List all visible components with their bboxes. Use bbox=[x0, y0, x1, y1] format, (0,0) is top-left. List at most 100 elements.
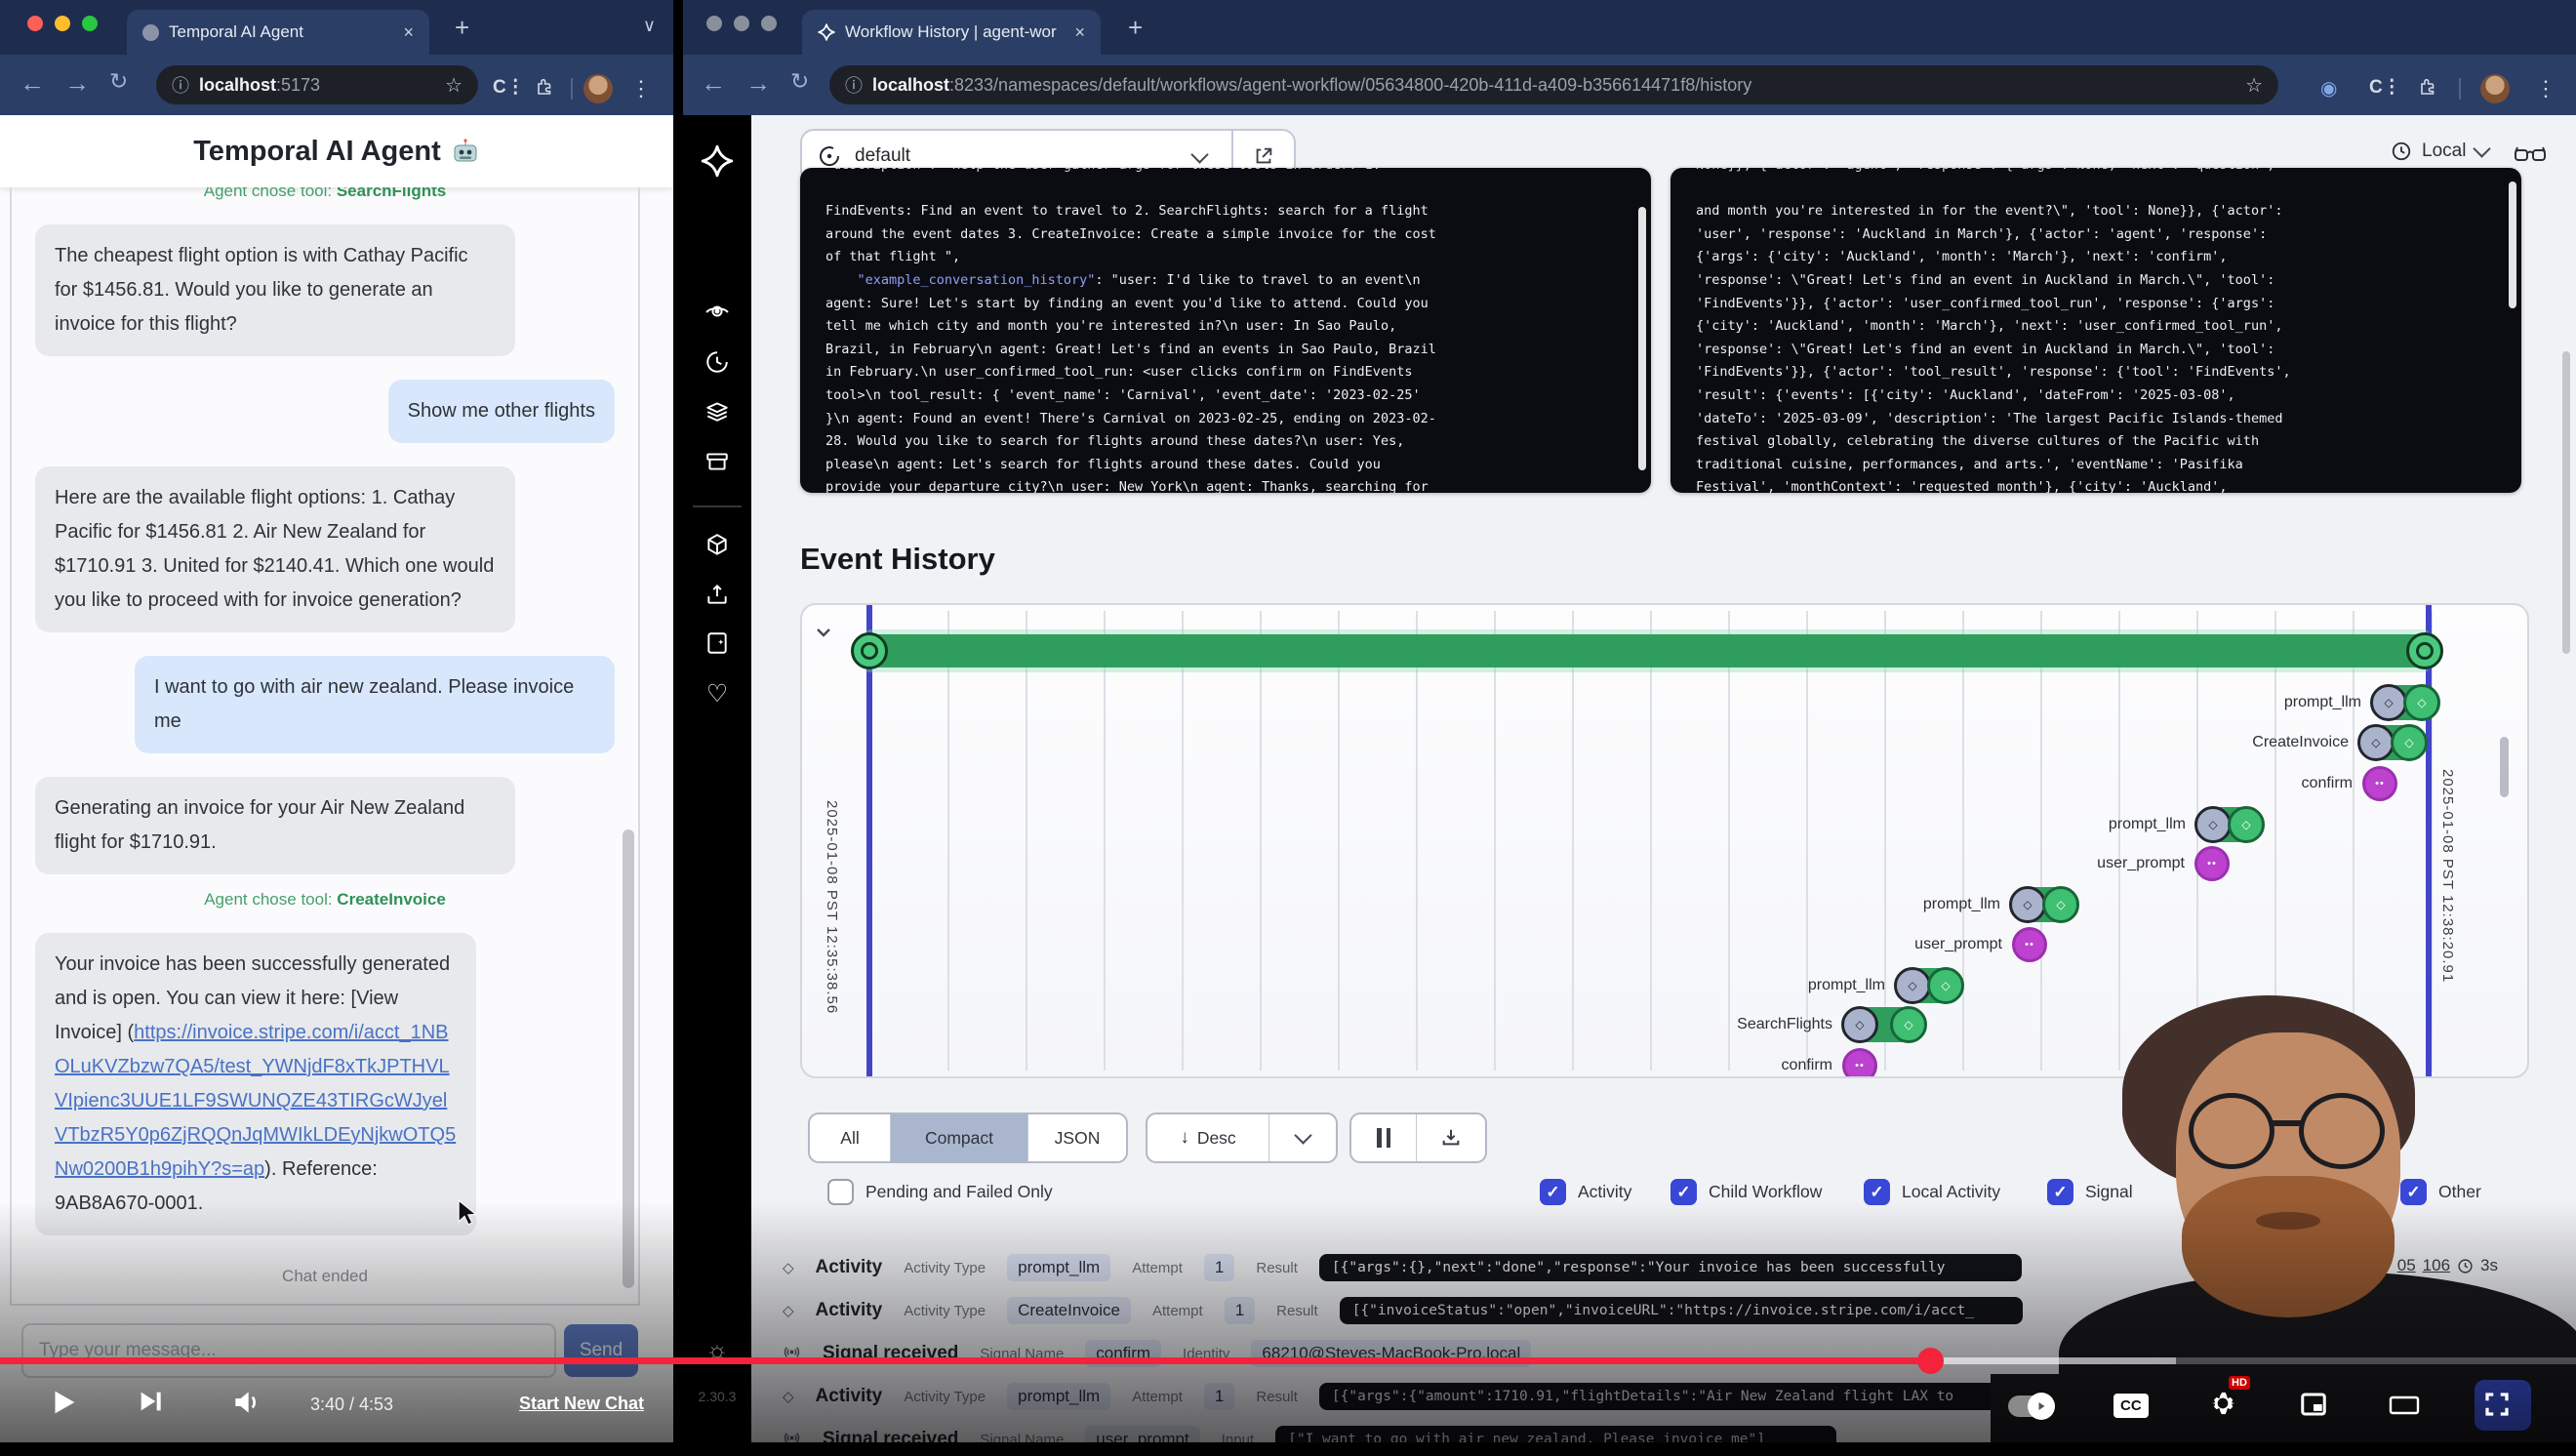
browser-menu-icon[interactable]: ⋮ bbox=[630, 76, 652, 101]
reload-icon[interactable]: ↻ bbox=[109, 68, 128, 95]
theater-mode-icon[interactable] bbox=[2389, 1394, 2420, 1422]
share-upload-icon[interactable] bbox=[683, 582, 751, 607]
new-tab-button[interactable]: + bbox=[455, 16, 469, 39]
zoom-window-icon[interactable] bbox=[82, 16, 98, 31]
pause-button[interactable] bbox=[1351, 1114, 1417, 1161]
extensions-puzzle-icon[interactable] bbox=[535, 76, 554, 101]
address-bar[interactable]: ⓘ localhost:5173 ☆ bbox=[156, 65, 478, 104]
filter-local-activity[interactable]: ✓Local Activity bbox=[1864, 1179, 2000, 1205]
workflow-start-marker[interactable] bbox=[851, 632, 888, 669]
miniplayer-icon[interactable] bbox=[2299, 1390, 2328, 1424]
browser-menu-icon[interactable]: ⋮ bbox=[2535, 76, 2556, 101]
next-video-icon[interactable] bbox=[135, 1386, 166, 1422]
signal-marker[interactable]: •• bbox=[1842, 1048, 1877, 1078]
extension-c-icon[interactable]: C⋮ bbox=[493, 76, 525, 99]
sort-chevron-button[interactable] bbox=[1269, 1114, 1336, 1161]
activity-marker[interactable]: ◇◇ bbox=[1842, 1007, 1926, 1042]
captions-button[interactable]: CC bbox=[2113, 1394, 2149, 1418]
play-icon[interactable] bbox=[47, 1386, 80, 1424]
view-compact-button[interactable]: Compact bbox=[891, 1114, 1028, 1161]
settings-gear-icon[interactable]: HD bbox=[2207, 1388, 2238, 1424]
start-new-chat-link[interactable]: Start New Chat bbox=[519, 1394, 644, 1414]
close-tab-icon[interactable]: × bbox=[1074, 22, 1085, 43]
temporal-logo-icon[interactable] bbox=[683, 144, 751, 178]
labs-glasses-icon[interactable] bbox=[2514, 142, 2547, 166]
filter-child-workflow[interactable]: ✓Child Workflow bbox=[1670, 1179, 1822, 1205]
timeline-scrollbar[interactable] bbox=[2500, 737, 2509, 797]
feedback-heart-icon[interactable]: ♡ bbox=[683, 679, 751, 708]
close-window-icon[interactable] bbox=[27, 16, 43, 31]
filter-activity[interactable]: ✓Activity bbox=[1540, 1179, 1631, 1205]
video-progress-bar[interactable] bbox=[0, 1357, 2576, 1364]
view-json-button[interactable]: JSON bbox=[1028, 1114, 1126, 1161]
checkbox-checked[interactable]: ✓ bbox=[1540, 1179, 1566, 1205]
sort-desc-button[interactable]: ↓Desc bbox=[1147, 1114, 1269, 1161]
forward-icon[interactable]: → bbox=[64, 68, 90, 99]
minimize-window-icon[interactable] bbox=[734, 16, 749, 31]
signal-marker[interactable]: •• bbox=[2362, 766, 2397, 801]
minimize-window-icon[interactable] bbox=[55, 16, 70, 31]
tab-workflow-history[interactable]: Workflow History | agent-wor × bbox=[802, 10, 1101, 55]
checkbox-checked[interactable]: ✓ bbox=[1864, 1179, 1890, 1205]
activity-marker[interactable]: ◇◇ bbox=[2010, 887, 2078, 922]
tab-temporal-ai-agent[interactable]: Temporal AI Agent × bbox=[127, 10, 429, 55]
event-row-activity[interactable]: ◇ActivityActivity Typeprompt_llmAttempt1… bbox=[783, 1247, 2022, 1288]
activity-marker[interactable]: ◇◇ bbox=[1895, 968, 1963, 1003]
workflow-duration-bar[interactable] bbox=[868, 634, 2426, 667]
traffic-lights-inactive[interactable] bbox=[706, 16, 777, 31]
download-button[interactable] bbox=[1417, 1114, 1485, 1161]
workflows-eye-icon[interactable] bbox=[683, 299, 751, 324]
pending-failed-filter[interactable]: Pending and Failed Only bbox=[827, 1179, 1053, 1205]
profile-avatar[interactable] bbox=[584, 74, 613, 103]
view-all-button[interactable]: All bbox=[810, 1114, 891, 1161]
page-scrollbar[interactable] bbox=[2562, 351, 2570, 654]
close-tab-icon[interactable]: × bbox=[403, 22, 414, 43]
site-info-icon[interactable]: ⓘ bbox=[172, 72, 189, 98]
activity-marker[interactable]: ◇◇ bbox=[2371, 685, 2439, 720]
code-scrollbar[interactable] bbox=[2509, 182, 2516, 308]
reload-icon[interactable]: ↻ bbox=[790, 68, 809, 95]
extensions-puzzle-icon[interactable] bbox=[2418, 76, 2437, 101]
chat-scrollbar[interactable] bbox=[623, 829, 634, 1288]
timezone-select[interactable]: Local bbox=[2391, 141, 2488, 162]
close-window-icon[interactable] bbox=[706, 16, 722, 31]
checkbox-checked[interactable]: ✓ bbox=[1670, 1179, 1697, 1205]
docs-book-icon[interactable] bbox=[683, 630, 751, 656]
bookmark-star-icon[interactable]: ☆ bbox=[445, 73, 463, 98]
new-tab-button[interactable]: + bbox=[1128, 16, 1143, 39]
back-icon[interactable]: ← bbox=[701, 68, 726, 99]
traffic-lights[interactable] bbox=[27, 16, 98, 31]
forward-icon[interactable]: → bbox=[745, 68, 771, 99]
activity-marker[interactable]: ◇◇ bbox=[2358, 725, 2427, 760]
autoplay-toggle[interactable] bbox=[2008, 1395, 2055, 1422]
event-row-activity[interactable]: ◇ActivityActivity TypeCreateInvoiceAttem… bbox=[783, 1290, 2023, 1331]
profile-avatar[interactable] bbox=[2480, 74, 2510, 103]
signal-marker[interactable]: •• bbox=[2194, 846, 2230, 881]
signal-marker[interactable]: •• bbox=[2012, 927, 2047, 962]
result-payload-code[interactable]: None}}, {'actor': 'agent', 'response': {… bbox=[1670, 168, 2521, 493]
zoom-window-icon[interactable] bbox=[761, 16, 777, 31]
nexus-cube-icon[interactable] bbox=[683, 533, 751, 558]
invoice-link[interactable]: https://invoice.stripe.com/i/acct_1NBOLu… bbox=[55, 1022, 456, 1180]
schedules-clock-icon[interactable] bbox=[683, 349, 751, 375]
bookmark-star-icon[interactable]: ☆ bbox=[2245, 73, 2263, 98]
collapse-chevron-icon[interactable] bbox=[814, 623, 833, 642]
expand-diamond-icon[interactable]: ◇ bbox=[783, 1302, 794, 1319]
external-link-icon[interactable] bbox=[1253, 145, 1274, 167]
activity-marker[interactable]: ◇◇ bbox=[2195, 807, 2264, 842]
password-manager-icon[interactable]: ◉ bbox=[2320, 76, 2337, 101]
volume-icon[interactable] bbox=[230, 1387, 262, 1423]
batch-archive-icon[interactable] bbox=[683, 449, 751, 474]
workflow-end-marker[interactable] bbox=[2406, 632, 2443, 669]
address-bar[interactable]: ⓘ localhost:8233/namespaces/default/work… bbox=[829, 65, 2278, 104]
extension-c-icon[interactable]: C⋮ bbox=[2369, 76, 2401, 99]
checkbox-unchecked[interactable] bbox=[827, 1179, 854, 1205]
code-scrollbar[interactable] bbox=[1638, 207, 1646, 470]
fullscreen-icon[interactable] bbox=[2482, 1390, 2512, 1424]
back-icon[interactable]: ← bbox=[20, 68, 45, 99]
expand-diamond-icon[interactable]: ◇ bbox=[783, 1259, 794, 1276]
tab-overflow-chevron-icon[interactable]: ∨ bbox=[643, 16, 656, 36]
input-payload-code[interactable]: "description": "Help the user gather arg… bbox=[800, 168, 1651, 493]
site-info-icon[interactable]: ⓘ bbox=[845, 72, 863, 98]
task-queues-layers-icon[interactable] bbox=[683, 398, 751, 424]
